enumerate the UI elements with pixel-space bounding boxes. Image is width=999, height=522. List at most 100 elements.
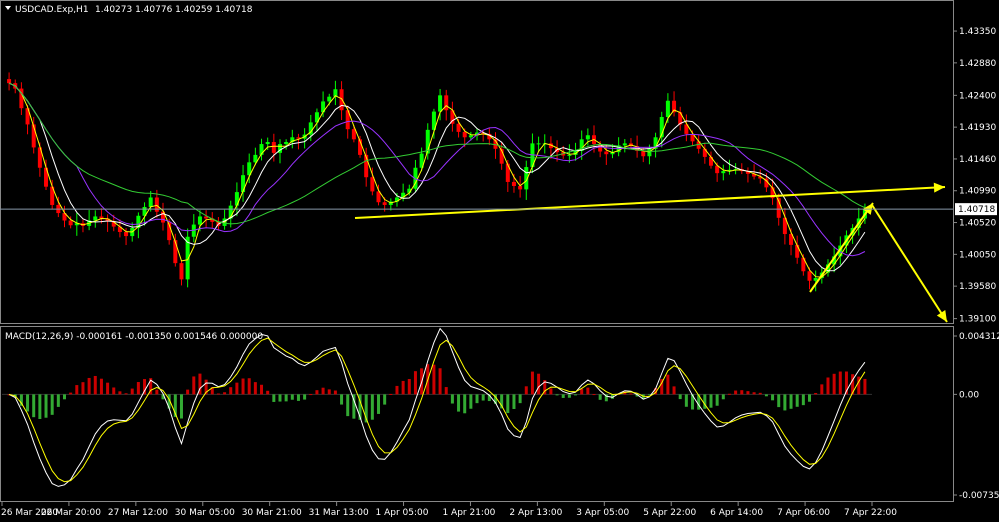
macd-histogram-bar — [272, 394, 276, 402]
macd-histogram-bar — [771, 394, 775, 401]
macd-histogram-bar — [112, 387, 116, 395]
macd-histogram-bar — [229, 387, 233, 395]
macd-histogram-bar — [764, 394, 768, 397]
macd-histogram-bar — [721, 394, 725, 400]
macd-histogram-bar — [235, 382, 239, 395]
macd-histogram-bar — [789, 394, 793, 409]
candle-body — [795, 244, 800, 258]
candle-body — [179, 263, 184, 280]
macd-tick-label: 0.00 — [959, 390, 979, 400]
macd-histogram-bar — [567, 394, 571, 398]
candle-body — [702, 148, 707, 157]
candle-body — [271, 142, 276, 153]
candle-body — [173, 240, 178, 264]
candle-body — [339, 89, 344, 111]
macd-histogram-bar — [253, 382, 257, 395]
macd-histogram-bar — [99, 378, 103, 395]
time-tick-label: 2 Apr 13:00 — [509, 508, 562, 518]
macd-histogram-bar — [740, 390, 744, 395]
price-tick-label: 1.42880 — [959, 59, 996, 69]
macd-histogram-bar — [327, 389, 331, 395]
macd-histogram-bar — [93, 375, 97, 395]
candle-body — [622, 143, 627, 146]
candle-body — [197, 216, 202, 225]
macd-histogram-bar — [266, 390, 270, 395]
macd-histogram-bar — [469, 394, 473, 409]
macd-histogram-bar — [370, 394, 374, 420]
chart-canvas[interactable]: 1.43350 1.42880 1.42400 1.41930 1.41460 1.409… — [0, 0, 999, 522]
candle-body — [382, 202, 387, 205]
price-tick-label: 1.41460 — [959, 155, 996, 165]
macd-histogram-bar — [75, 385, 79, 395]
macd-histogram-bar — [832, 373, 836, 395]
candle-body — [327, 96, 332, 102]
macd-histogram-bar — [407, 379, 411, 395]
macd-histogram-bar — [746, 391, 750, 395]
macd-histogram-bar — [808, 394, 812, 402]
macd-histogram-bar — [512, 394, 516, 409]
macd-histogram-bar — [303, 394, 307, 400]
macd-histogram-bar — [155, 389, 159, 395]
macd-histogram-bar — [457, 394, 461, 412]
macd-histogram-bar — [395, 385, 399, 395]
macd-histogram-bar — [758, 392, 762, 395]
macd-histogram-bar — [727, 393, 731, 395]
macd-histogram-bar — [321, 387, 325, 395]
price-tick-label: 1.39580 — [959, 282, 996, 292]
candle-body — [505, 163, 510, 182]
macd-histogram-bar — [678, 394, 682, 400]
macd-histogram-bar — [346, 394, 350, 417]
macd-histogram-bar — [863, 378, 867, 395]
candle-body — [241, 175, 246, 193]
candle-body — [444, 95, 449, 111]
macd-histogram-bar — [333, 390, 337, 395]
macd-histogram-bar — [284, 394, 288, 402]
macd-histogram-bar — [672, 386, 676, 395]
macd-histogram-bar — [481, 394, 485, 401]
macd-histogram-bar — [124, 393, 128, 395]
macd-histogram-bar — [389, 393, 393, 395]
candle-body — [284, 142, 289, 145]
time-tick-label: 1 Apr 21:00 — [442, 508, 495, 518]
macd-label: MACD(12,26,9) -0.000161 -0.001350 0.0015… — [5, 332, 263, 342]
candle-body — [148, 197, 153, 207]
macd-histogram-bar — [383, 394, 387, 405]
macd-histogram-bar — [44, 394, 48, 418]
macd-histogram-bar — [81, 382, 85, 395]
macd-histogram-bar — [69, 392, 73, 395]
price-tick-label: 1.40520 — [959, 219, 996, 229]
macd-histogram-bar — [586, 387, 590, 395]
time-tick-label: 30 Mar 05:00 — [175, 508, 235, 518]
macd-histogram-bar — [216, 393, 220, 395]
macd-histogram-bar — [826, 377, 830, 395]
macd-histogram-bar — [684, 394, 688, 407]
macd-histogram-bar — [598, 394, 602, 400]
candle-body — [234, 192, 239, 206]
candle-body — [536, 143, 541, 145]
macd-histogram-bar — [192, 376, 196, 395]
macd-histogram-bar — [223, 392, 227, 395]
macd-histogram-bar — [506, 394, 510, 414]
macd-histogram-bar — [290, 394, 294, 400]
macd-histogram-bar — [401, 380, 405, 395]
macd-histogram-bar — [734, 390, 738, 395]
candle-body — [468, 135, 473, 138]
macd-histogram-bar — [38, 394, 42, 419]
macd-histogram-bar — [296, 394, 300, 401]
macd-histogram-bar — [777, 394, 781, 408]
candle-body — [265, 142, 270, 145]
macd-histogram-bar — [136, 382, 140, 395]
macd-histogram-bar — [475, 394, 479, 404]
candle-body — [462, 131, 467, 138]
macd-histogram-bar — [413, 371, 417, 395]
macd-histogram-bar — [549, 388, 553, 395]
candle-body — [585, 135, 590, 140]
macd-histogram-bar — [592, 394, 596, 396]
macd-histogram-bar — [801, 394, 805, 406]
macd-histogram-bar — [118, 391, 122, 395]
macd-histogram-bar — [715, 394, 719, 406]
candle-body — [518, 186, 523, 190]
macd-histogram-bar — [574, 394, 578, 396]
current-price-label: 1.40718 — [958, 205, 995, 215]
macd-histogram-bar — [340, 394, 344, 405]
